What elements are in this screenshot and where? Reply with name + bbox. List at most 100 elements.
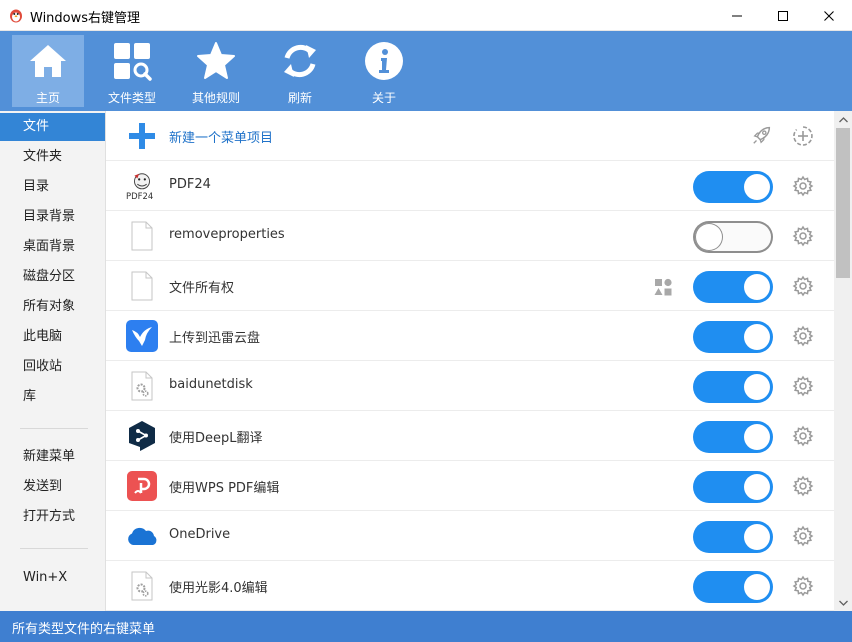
sidebar-item-open-with[interactable]: 打开方式 [0,503,105,531]
gear-icon[interactable] [792,525,814,547]
sidebar-item-drive[interactable]: 磁盘分区 [0,263,105,291]
wps-pdf-icon [126,470,158,502]
blank-file-icon [126,220,158,252]
pdf24-icon: PDF24 [126,170,158,202]
window-title: Windows右键管理 [30,11,141,26]
pdf24-logo-text: PDF24 [126,191,153,201]
menu-item-label: 上传到迅雷云盘 [169,331,261,346]
menu-item-row: OneDrive [106,511,834,561]
sidebar-item-directory-background[interactable]: 目录背景 [0,203,105,231]
vertical-scrollbar[interactable] [834,111,852,611]
close-icon [824,10,834,21]
gear-icon[interactable] [792,325,814,347]
menu-item-row: 文件所有权 [106,261,834,311]
toolbar-about-label: 关于 [371,91,396,105]
menu-item-label: 使用光影4.0编辑 [169,581,268,596]
menu-item-row: PDF24 PDF24 [106,161,834,211]
menu-item-label: OneDrive [169,527,231,542]
minimize-button[interactable] [714,0,760,31]
menu-item-row: removeproperties [106,211,834,261]
menu-item-toggle[interactable] [693,571,773,603]
toolbar-file-types-label: 文件类型 [107,91,156,105]
toolbar-home-button[interactable]: 主页 [12,35,84,107]
toolbar-about-button[interactable]: 关于 [348,35,420,107]
new-menu-item-label: 新建一个菜单项目 [169,131,274,146]
toolbar-refresh-label: 刷新 [287,91,312,105]
menu-item-list: 新建一个菜单项目 PDF24 PDF24 removeproperties 文件… [106,111,834,611]
shapes-icon[interactable] [652,276,674,298]
sidebar-divider [20,548,88,549]
menu-item-row: 使用光影4.0编辑 [106,561,834,611]
menu-item-row: 使用DeepL翻译 [106,411,834,461]
menu-item-label: 使用WPS PDF编辑 [169,481,280,496]
maximize-icon [778,10,788,21]
gear-icon[interactable] [792,225,814,247]
main-toolbar: 主页 文件类型 其他规则 刷新 关于 [0,31,852,111]
sidebar-item-desktop-background[interactable]: 桌面背景 [0,233,105,261]
star-icon [197,42,235,79]
gear-icon[interactable] [792,275,814,297]
menu-item-toggle[interactable] [693,421,773,453]
menu-item-toggle[interactable] [693,171,773,203]
app-icon [10,9,22,23]
menu-item-label: 使用DeepL翻译 [169,431,263,446]
sidebar: 文件 文件夹 目录 目录背景 桌面背景 磁盘分区 所有对象 此电脑 回收站 库 … [0,111,106,611]
gear-icon[interactable] [792,175,814,197]
menu-item-row: 上传到迅雷云盘 [106,311,834,361]
sidebar-item-recycle-bin[interactable]: 回收站 [0,353,105,381]
gear-file-icon [126,370,158,402]
menu-item-toggle[interactable] [693,221,773,253]
toolbar-refresh-button[interactable]: 刷新 [264,35,336,107]
scroll-down-button[interactable] [834,594,852,611]
menu-item-toggle[interactable] [693,471,773,503]
scroll-thumb[interactable] [836,128,850,278]
toolbar-home-label: 主页 [35,91,60,105]
sidebar-item-send-to[interactable]: 发送到 [0,473,105,501]
toolbar-other-rules-label: 其他规则 [191,91,240,105]
menu-item-label: removeproperties [169,227,285,242]
rocket-icon[interactable] [751,124,773,146]
refresh-icon [284,44,316,78]
sidebar-item-new-menu[interactable]: 新建菜单 [0,443,105,471]
sidebar-item-folder[interactable]: 文件夹 [0,143,105,171]
menu-item-label: PDF24 [169,177,211,192]
sidebar-item-file[interactable]: 文件 [0,113,105,141]
scroll-up-button[interactable] [834,111,852,128]
gear-icon[interactable] [792,575,814,597]
title-bar: Windows右键管理 [0,0,852,31]
gear-icon[interactable] [792,425,814,447]
status-text: 所有类型文件的右键菜单 [12,622,156,637]
sidebar-item-all-objects[interactable]: 所有对象 [0,293,105,321]
close-button[interactable] [806,0,852,31]
maximize-button[interactable] [760,0,806,31]
menu-item-toggle[interactable] [693,271,773,303]
menu-item-label: 文件所有权 [169,281,235,296]
menu-item-toggle[interactable] [693,321,773,353]
blank-file-icon [126,270,158,302]
menu-item-row: baidunetdisk [106,361,834,411]
status-bar: 所有类型文件的右键菜单 [0,611,852,642]
gear-icon[interactable] [792,475,814,497]
sidebar-item-library[interactable]: 库 [0,383,105,411]
sidebar-item-this-pc[interactable]: 此电脑 [0,323,105,351]
menu-item-row: 使用WPS PDF编辑 [106,461,834,511]
chevron-down-icon [838,600,848,606]
chevron-up-icon [838,116,848,122]
gear-icon[interactable] [792,375,814,397]
new-menu-item-row[interactable]: 新建一个菜单项目 [106,111,834,161]
onedrive-icon [126,520,158,552]
minimize-icon [732,15,742,16]
sidebar-item-win-x[interactable]: Win+X [0,564,105,592]
deepl-icon [126,420,158,452]
toolbar-other-rules-button[interactable]: 其他规则 [180,35,252,107]
add-circle-icon[interactable] [792,125,814,147]
file-types-icon [114,43,152,81]
sidebar-item-directory[interactable]: 目录 [0,173,105,201]
menu-item-label: baidunetdisk [169,377,253,392]
xunlei-icon [126,320,158,352]
info-icon [365,42,403,80]
toolbar-file-types-button[interactable]: 文件类型 [96,35,168,107]
menu-item-toggle[interactable] [693,371,773,403]
gear-file-icon [126,570,158,602]
menu-item-toggle[interactable] [693,521,773,553]
